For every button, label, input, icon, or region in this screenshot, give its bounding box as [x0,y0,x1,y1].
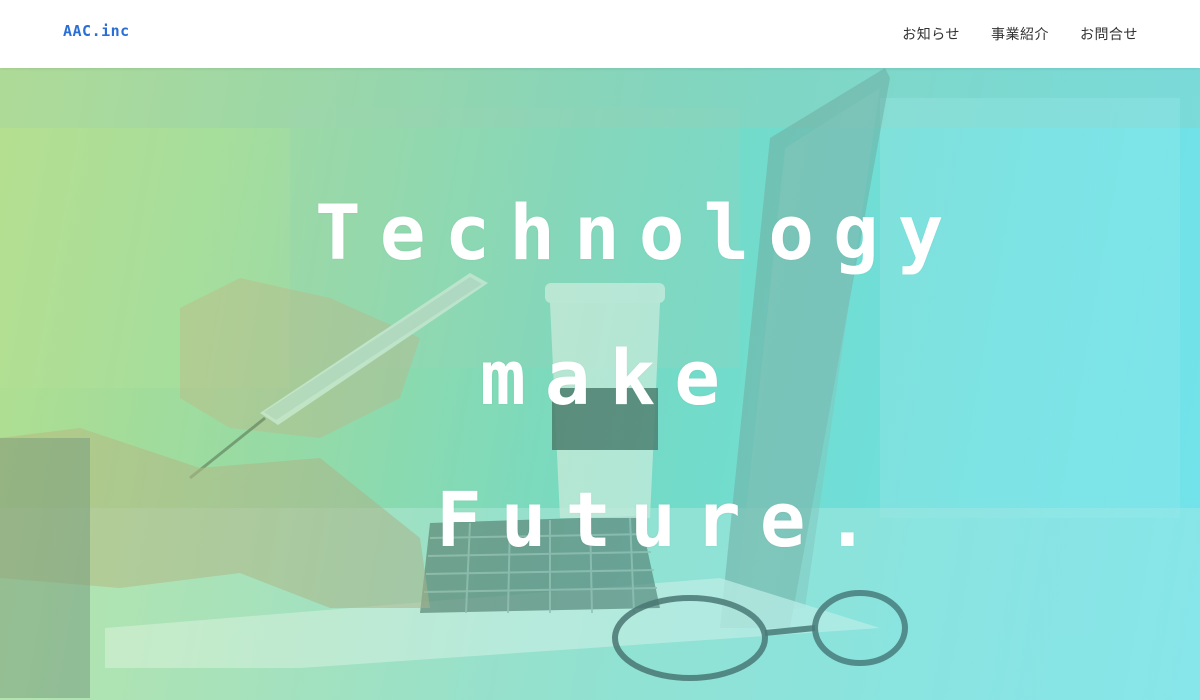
nav-item-business[interactable]: 事業紹介 [991,24,1049,44]
nav-item-contact[interactable]: お問合せ [1080,24,1138,44]
headline-line-3: Future. [436,475,890,564]
main-nav: お知らせ 事業紹介 お問合せ [902,24,1138,44]
headline-line-1: Technology [315,188,963,277]
logo[interactable]: AAC.inc [63,22,130,40]
headline-line-2: make [480,333,740,422]
hero-banner: Technology make Future. [0,68,1200,700]
nav-item-news[interactable]: お知らせ [902,24,960,44]
hero-headline: Technology make Future. [0,68,1200,700]
site-header: AAC.inc お知らせ 事業紹介 お問合せ [0,0,1200,68]
